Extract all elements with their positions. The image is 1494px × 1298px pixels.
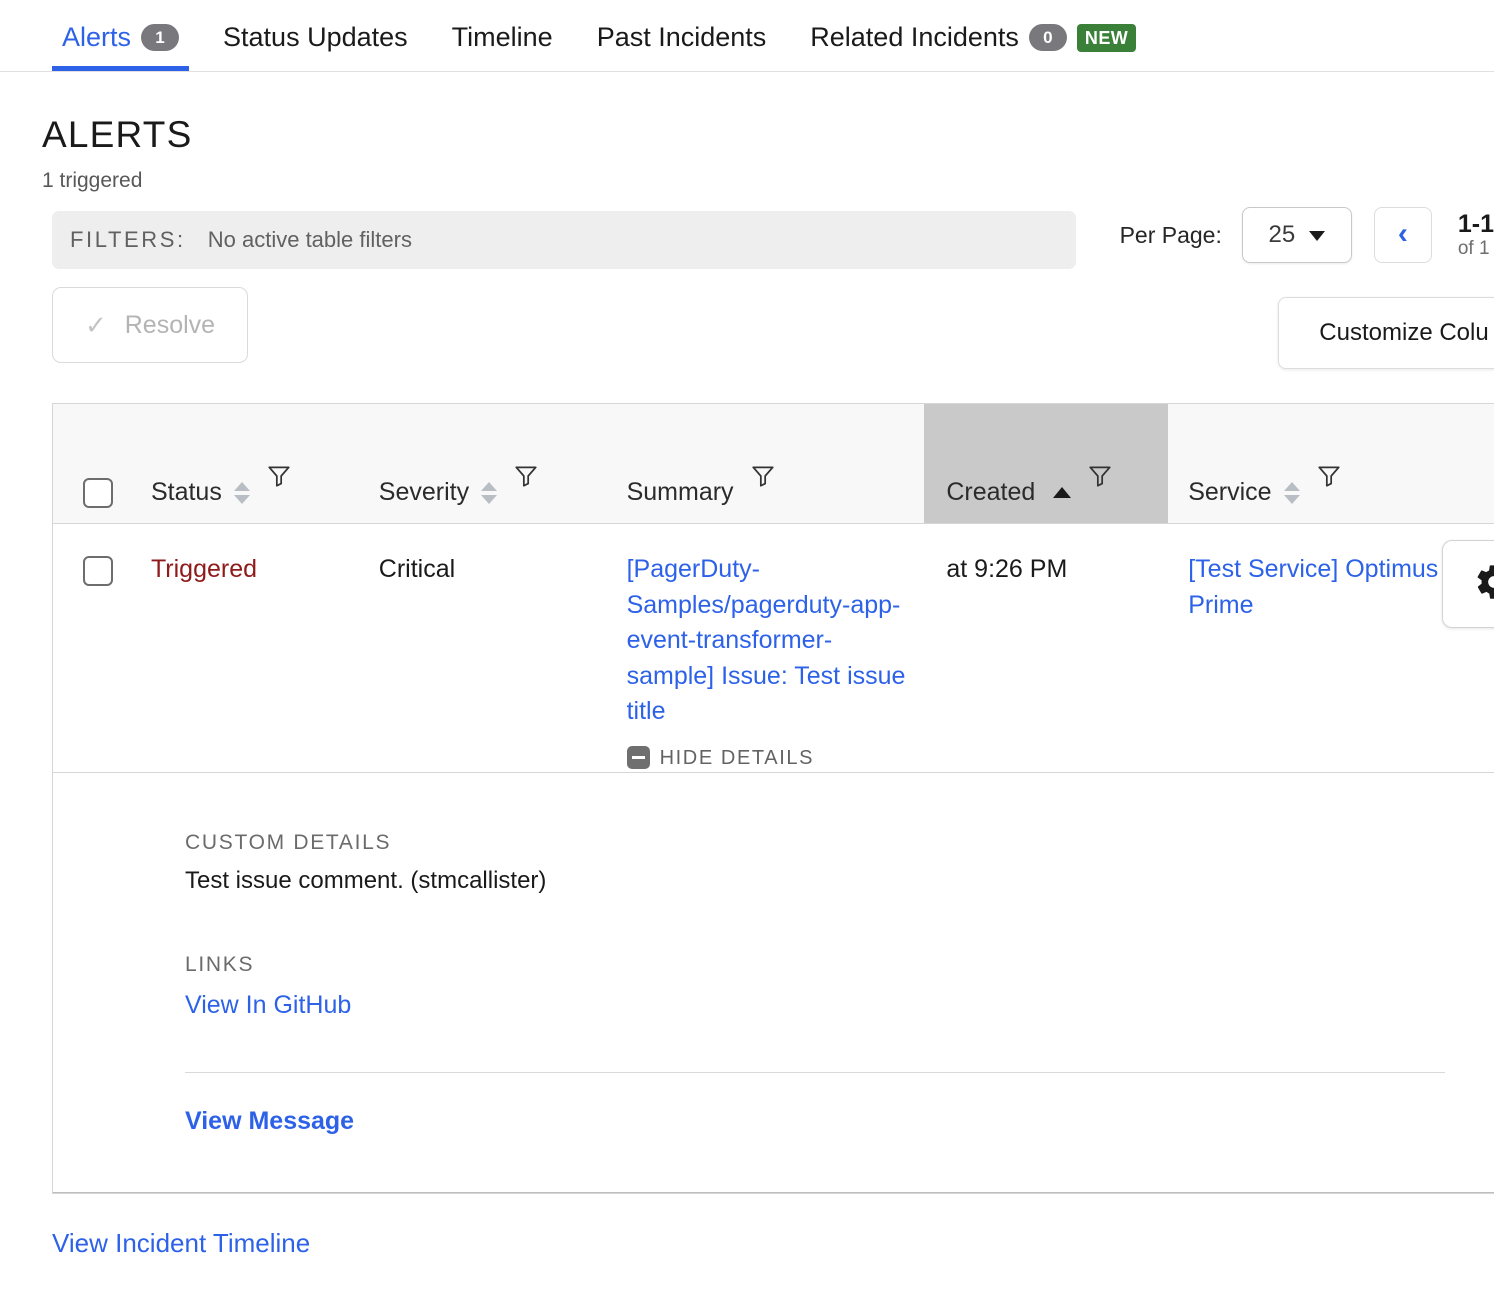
actions-row: ✓ Resolve Customize Colu [0, 287, 1494, 373]
tab-alerts-label: Alerts [62, 22, 132, 52]
incident-tab-bar: Alerts 1 Status Updates Timeline Past In… [0, 0, 1494, 72]
row-settings-button[interactable] [1442, 540, 1494, 628]
alert-summary-link[interactable]: [PagerDuty-Samples/pagerduty-app-event-t… [627, 555, 906, 725]
tab-timeline-label: Timeline [451, 22, 553, 52]
tab-past-incidents-label: Past Incidents [596, 22, 767, 52]
filter-icon-severity[interactable] [513, 463, 539, 496]
filters-bar[interactable]: FILTERS: No active table filters [52, 211, 1076, 269]
row-select-checkbox[interactable] [83, 556, 113, 586]
tab-related-incidents-label: Related Incidents [810, 22, 1019, 52]
per-page-select[interactable]: 25 [1241, 207, 1352, 263]
custom-details-text: Test issue comment. (stmcallister) [185, 866, 547, 894]
check-icon: ✓ [84, 310, 107, 340]
column-header-status[interactable]: Status [151, 404, 379, 523]
tab-status-updates[interactable]: Status Updates [201, 0, 430, 71]
chevron-left-icon: ‹ [1397, 216, 1408, 250]
table-header-row: Status Severity Summary Created Service [53, 404, 1494, 524]
links-label: LINKS [185, 952, 255, 976]
cell-status: Triggered [150, 555, 258, 583]
tab-related-incidents[interactable]: Related Incidents 0 NEW [788, 0, 1158, 71]
sort-toggle-service[interactable] [1283, 481, 1300, 504]
resolve-button-label: Resolve [124, 310, 216, 339]
customize-columns-label: Customize Colu [1319, 319, 1489, 346]
per-page-label: Per Page: [1119, 221, 1222, 248]
column-header-created-label: Created [946, 478, 1036, 506]
column-header-service[interactable]: Service [1168, 404, 1494, 523]
pagination-range: 1-1 of 1 [1458, 210, 1494, 261]
filter-icon-service[interactable] [1316, 463, 1342, 496]
table-row: Triggered Critical [PagerDuty-Samples/pa… [53, 524, 1494, 773]
select-all-header [53, 404, 151, 523]
controls-row: FILTERS: No active table filters Per Pag… [0, 207, 1494, 269]
hide-details-label: HIDE DETAILS [659, 746, 815, 769]
column-header-summary-label: Summary [626, 478, 734, 506]
links-group: LINKS View In GitHub [185, 953, 1494, 1020]
alerts-table: Status Severity Summary Created Service … [52, 403, 1494, 1194]
view-incident-timeline-link[interactable]: View Incident Timeline [52, 1228, 310, 1259]
page-header: ALERTS 1 triggered [0, 72, 1494, 191]
pagination-range-value: 1-1 [1457, 209, 1494, 238]
resolve-button[interactable]: ✓ Resolve [52, 287, 248, 363]
custom-details-label: CUSTOM DETAILS [185, 830, 392, 854]
view-in-github-link[interactable]: View In GitHub [185, 991, 351, 1019]
sort-ascending-icon[interactable] [1053, 487, 1072, 498]
filter-icon-status[interactable] [266, 463, 292, 496]
new-badge: NEW [1076, 23, 1137, 52]
tab-alerts-count-badge: 1 [141, 24, 180, 51]
service-link[interactable]: [Test Service] Optimus Prime [1188, 555, 1438, 619]
hide-details-toggle[interactable]: HIDE DETAILS [626, 744, 915, 772]
filters-label: FILTERS: [70, 227, 186, 252]
chevron-down-icon [1309, 231, 1326, 241]
cell-summary: [PagerDuty-Samples/pagerduty-app-event-t… [626, 524, 925, 772]
sort-toggle-severity[interactable] [481, 481, 498, 504]
alert-detail-panel: CUSTOM DETAILS Test issue comment. (stmc… [53, 773, 1494, 1193]
tab-alerts[interactable]: Alerts 1 [40, 0, 201, 71]
column-header-created[interactable]: Created [924, 404, 1169, 523]
per-page-value: 25 [1268, 221, 1296, 248]
column-header-service-label: Service [1188, 478, 1272, 506]
row-select-cell [53, 524, 151, 772]
select-all-checkbox[interactable] [83, 477, 113, 508]
tab-status-updates-label: Status Updates [223, 22, 408, 52]
page-title: ALERTS [42, 114, 193, 155]
sort-toggle-status[interactable] [233, 481, 250, 504]
column-header-severity[interactable]: Severity [379, 404, 627, 523]
tab-related-incidents-count-badge: 0 [1028, 24, 1067, 51]
column-header-summary[interactable]: Summary [627, 404, 925, 523]
filter-icon-summary[interactable] [750, 463, 776, 496]
customize-columns-button[interactable]: Customize Colu [1278, 297, 1494, 369]
tab-past-incidents[interactable]: Past Incidents [575, 0, 789, 71]
cell-severity: Critical [378, 555, 456, 583]
filters-value: No active table filters [207, 227, 412, 252]
previous-page-button[interactable]: ‹ [1373, 207, 1432, 263]
filter-icon-created[interactable] [1087, 463, 1113, 496]
view-message-link[interactable]: View Message [185, 1107, 354, 1136]
pagination-total-value: of 1 [1457, 238, 1490, 260]
cell-created: at 9:26 PM [946, 555, 1068, 583]
column-header-severity-label: Severity [378, 478, 470, 506]
tab-timeline[interactable]: Timeline [430, 0, 575, 71]
page-subtitle: 1 triggered [42, 169, 143, 192]
column-header-status-label: Status [150, 478, 222, 506]
minus-icon [626, 746, 650, 770]
detail-divider [185, 1071, 1445, 1073]
pagination-controls: Per Page: 25 ‹ 1-1 of 1 [1120, 207, 1494, 263]
gear-icon [1474, 562, 1494, 607]
